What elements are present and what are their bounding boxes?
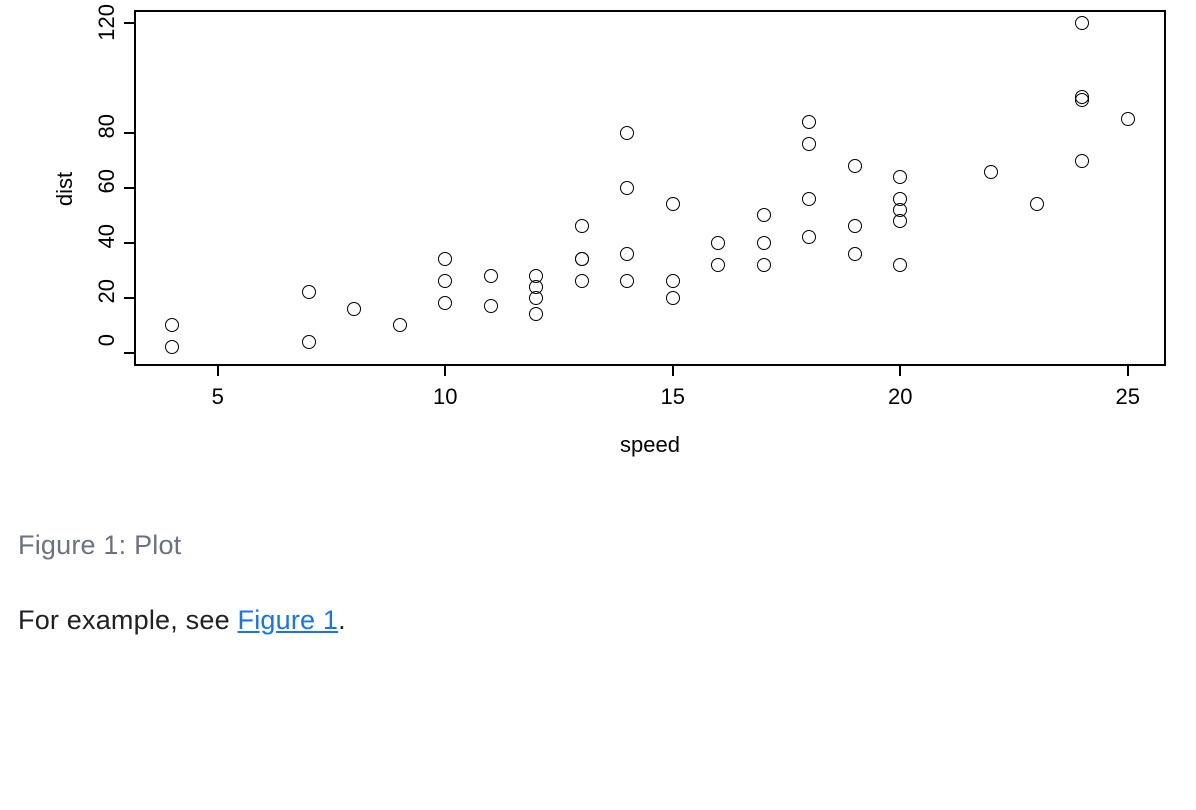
data-point bbox=[575, 252, 589, 266]
data-point bbox=[757, 258, 771, 272]
y-tick bbox=[124, 132, 134, 134]
figure-reference-link[interactable]: Figure 1 bbox=[238, 605, 339, 635]
y-tick bbox=[124, 352, 134, 354]
data-point bbox=[302, 285, 316, 299]
y-tick-label: 0 bbox=[94, 334, 120, 374]
data-point bbox=[802, 192, 816, 206]
x-tick bbox=[444, 366, 446, 376]
data-point bbox=[848, 219, 862, 233]
data-point bbox=[893, 170, 907, 184]
x-tick bbox=[217, 366, 219, 376]
data-point bbox=[438, 252, 452, 266]
data-point bbox=[802, 115, 816, 129]
y-tick bbox=[124, 242, 134, 244]
data-point bbox=[802, 230, 816, 244]
data-point bbox=[620, 274, 634, 288]
body-prefix: For example, see bbox=[18, 605, 238, 635]
data-point bbox=[529, 307, 543, 321]
data-point bbox=[893, 192, 907, 206]
data-point bbox=[893, 258, 907, 272]
body-suffix: . bbox=[338, 605, 346, 635]
data-point bbox=[711, 258, 725, 272]
plot-frame bbox=[134, 10, 1166, 366]
y-tick-label: 120 bbox=[94, 4, 120, 44]
data-point bbox=[666, 274, 680, 288]
data-point bbox=[1075, 154, 1089, 168]
x-tick-label: 20 bbox=[880, 384, 920, 410]
data-point bbox=[757, 208, 771, 222]
data-point bbox=[347, 302, 361, 316]
data-point bbox=[393, 318, 407, 332]
body-text: For example, see Figure 1. bbox=[18, 605, 1196, 636]
y-tick-label: 60 bbox=[94, 169, 120, 209]
data-point bbox=[1075, 90, 1089, 104]
x-tick bbox=[1127, 366, 1129, 376]
data-point bbox=[484, 299, 498, 313]
y-tick bbox=[124, 297, 134, 299]
data-point bbox=[620, 181, 634, 195]
data-point bbox=[984, 165, 998, 179]
data-point bbox=[438, 274, 452, 288]
data-point bbox=[1030, 197, 1044, 211]
x-tick-label: 25 bbox=[1108, 384, 1148, 410]
x-tick bbox=[899, 366, 901, 376]
y-tick-label: 20 bbox=[94, 279, 120, 319]
caption-title: Plot bbox=[134, 530, 181, 560]
y-tick bbox=[124, 187, 134, 189]
data-point bbox=[848, 159, 862, 173]
y-axis-label: dist bbox=[52, 172, 78, 206]
data-point bbox=[666, 291, 680, 305]
x-tick bbox=[672, 366, 674, 376]
data-point bbox=[165, 318, 179, 332]
y-tick-label: 40 bbox=[94, 224, 120, 264]
data-point bbox=[484, 269, 498, 283]
data-point bbox=[802, 137, 816, 151]
data-point bbox=[1121, 112, 1135, 126]
data-point bbox=[302, 335, 316, 349]
data-point bbox=[575, 274, 589, 288]
data-point bbox=[529, 269, 543, 283]
figure-caption: Figure 1: Plot bbox=[18, 530, 1196, 561]
data-point bbox=[1075, 16, 1089, 30]
data-point bbox=[620, 126, 634, 140]
data-point bbox=[620, 247, 634, 261]
y-tick bbox=[124, 22, 134, 24]
scatter-plot: dist speed 0 20 40 60 80 120 5 10 15 20 25 bbox=[18, 2, 1178, 478]
x-tick-label: 15 bbox=[653, 384, 693, 410]
x-axis-label: speed bbox=[620, 432, 680, 458]
x-tick-label: 10 bbox=[425, 384, 465, 410]
figure-wrap: dist speed 0 20 40 60 80 120 5 10 15 20 25 Figure … bbox=[18, 2, 1196, 636]
data-point bbox=[438, 296, 452, 310]
y-tick-label: 80 bbox=[94, 114, 120, 154]
data-point bbox=[666, 197, 680, 211]
x-tick-label: 5 bbox=[198, 384, 238, 410]
data-point bbox=[165, 340, 179, 354]
data-point bbox=[848, 247, 862, 261]
data-point bbox=[575, 219, 589, 233]
data-point bbox=[757, 236, 771, 250]
data-point bbox=[711, 236, 725, 250]
caption-prefix: Figure 1: bbox=[18, 530, 126, 560]
